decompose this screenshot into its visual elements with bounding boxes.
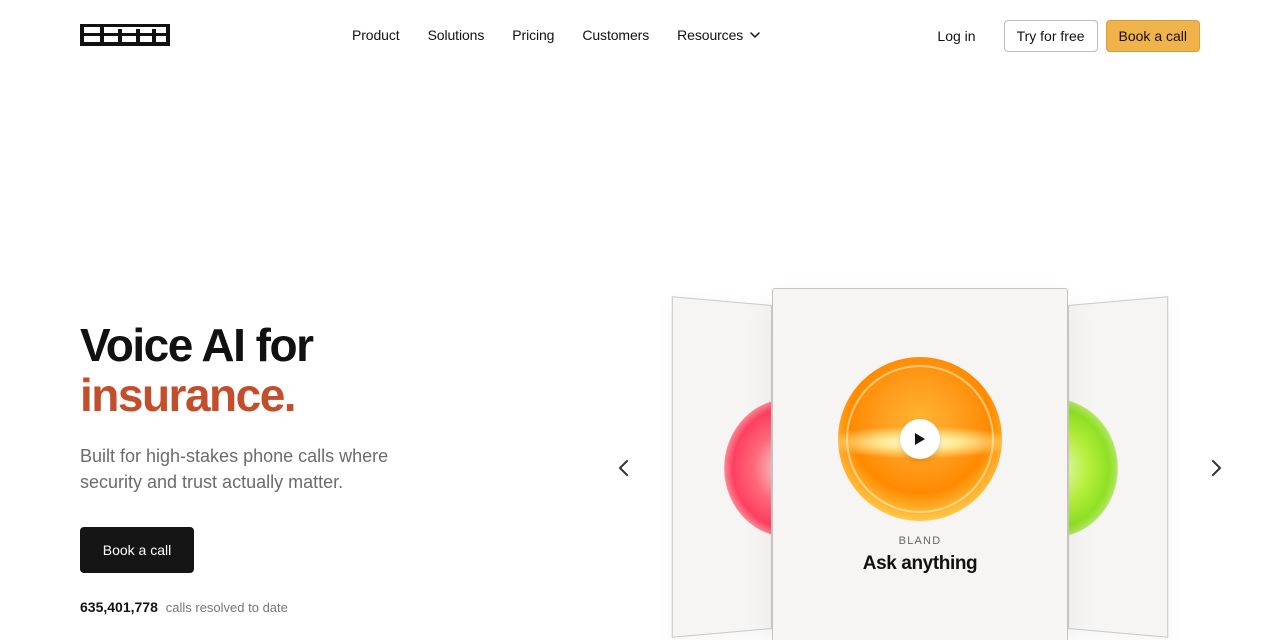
calls-stat-number: 635,401,778 [80,599,158,615]
chevron-left-icon[interactable] [612,456,636,480]
voice-orb-orange [838,357,1002,521]
bland-logo-mark [80,24,170,46]
chevron-down-icon [750,32,760,38]
calls-stat: 635,401,778 calls resolved to date [80,598,288,617]
card-brand: BLAND [898,535,942,547]
nav-actions: Log in Try for free Book a call [937,20,1200,52]
carousel-card-prev[interactable] [671,296,772,638]
hero-title-line: Voice AI for [80,319,314,371]
book-call-hero-button[interactable]: Book a call [80,527,194,573]
calls-stat-label: calls resolved to date [165,600,288,615]
voice-carousel: BLAND Ask anything [600,280,1240,640]
hero-subtitle: Built for high-stakes phone calls where … [80,446,389,492]
carousel-card-next[interactable] [1068,296,1169,638]
voice-orb-red [724,396,772,540]
try-for-free-button[interactable]: Try for free [1003,20,1098,52]
card-title: Ask anything [862,553,978,574]
play-button[interactable] [900,419,940,459]
top-nav: Product Solutions Pricing Customers Reso… [0,0,1280,72]
login-link[interactable]: Log in [937,20,995,52]
nav-product[interactable]: Product [352,26,400,44]
nav-resources-label: Resources [677,27,744,43]
chevron-right-icon[interactable] [1204,456,1228,480]
bland-logo[interactable] [80,23,170,47]
book-call-nav-button[interactable]: Book a call [1105,20,1200,52]
nav-customers[interactable]: Customers [582,26,649,44]
nav-resources[interactable]: Resources [677,26,761,44]
nav-pricing[interactable]: Pricing [512,26,554,44]
hero-title-accent: insurance. [80,369,297,421]
carousel-card-active[interactable]: BLAND Ask anything [772,288,1068,640]
play-icon [915,433,925,445]
nav-solutions[interactable]: Solutions [428,26,485,44]
primary-nav: Product Solutions Pricing Customers Reso… [352,26,761,44]
hero-title: Voice AI for insurance. [80,319,314,421]
voice-orb-green [1068,396,1118,540]
